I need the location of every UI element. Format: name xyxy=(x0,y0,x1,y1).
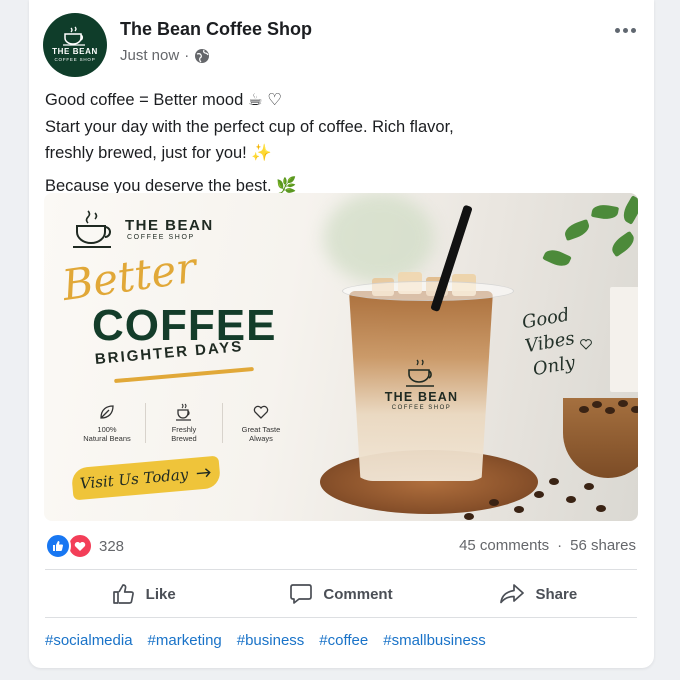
feature-natural-beans: 100% Natural Beans xyxy=(69,403,146,443)
coffee-bean xyxy=(631,406,638,413)
cup-rim xyxy=(342,281,514,301)
divider xyxy=(45,569,637,570)
avatar-brand-sub: COFFEE SHOP xyxy=(54,57,96,62)
coffee-bean xyxy=(618,400,628,407)
plant-leaf xyxy=(562,218,592,242)
coffee-bean xyxy=(584,483,594,490)
post-text: Good coffee = Better mood ☕ ♡ Start your… xyxy=(45,87,605,199)
plant-leaf xyxy=(542,246,572,270)
coffee-bean xyxy=(592,401,602,408)
coffee-cup-icon xyxy=(73,210,111,248)
feature-label: Great Taste Always xyxy=(241,425,281,443)
post-text-line: freshly brewed, just for you! ✨ xyxy=(45,144,272,162)
coffee-bean-bowl xyxy=(563,398,638,478)
stats-separator: · xyxy=(557,537,563,554)
comment-button[interactable]: Comment xyxy=(242,571,439,617)
hashtag-link[interactable]: #marketing xyxy=(148,632,222,649)
comment-icon xyxy=(290,584,313,604)
more-options-button[interactable] xyxy=(612,20,638,40)
comment-label: Comment xyxy=(323,585,393,603)
feature-freshly-brewed: Freshly Brewed xyxy=(146,403,223,443)
plant-leaf xyxy=(590,202,620,222)
feature-label: 100% Natural Beans xyxy=(83,425,131,443)
coffee-bean xyxy=(579,406,589,413)
coffee-bean xyxy=(605,407,615,414)
hashtag-link[interactable]: #smallbusiness xyxy=(383,632,486,649)
ad-headline-script: Better xyxy=(59,242,200,310)
coffee-cup-icon xyxy=(176,403,191,421)
plant-leaf xyxy=(619,195,638,225)
ad-brand-sub: COFFEE SHOP xyxy=(127,234,195,241)
page-name[interactable]: The Bean Coffee Shop xyxy=(120,19,312,40)
coffee-bean xyxy=(566,496,576,503)
divider xyxy=(45,617,637,618)
coffee-bean xyxy=(514,506,524,513)
globe-icon xyxy=(195,48,210,63)
more-dot-icon xyxy=(630,27,636,33)
post-actions: Like Comment Share xyxy=(45,571,637,617)
visit-us-cta[interactable]: Visit Us Today xyxy=(70,455,222,501)
post-timestamp[interactable]: Just now xyxy=(120,47,179,64)
cta-label: Visit Us Today xyxy=(79,465,189,493)
post-text-line: Start your day with the perfect cup of c… xyxy=(45,117,454,136)
coffee-cup-icon xyxy=(63,26,85,46)
page-avatar[interactable]: THE BEAN COFFEE SHOP xyxy=(43,13,107,77)
leaf-icon xyxy=(100,405,114,419)
feature-label: Freshly Brewed xyxy=(171,425,197,443)
like-label: Like xyxy=(145,585,176,603)
coffee-bean xyxy=(489,499,499,506)
feature-great-taste: Great Taste Always xyxy=(223,403,299,443)
heart-icon xyxy=(253,405,269,419)
more-dot-icon xyxy=(622,27,628,33)
good-vibes-script: Good Vibes Only xyxy=(519,303,581,383)
share-label: Share xyxy=(535,585,578,603)
heart-icon xyxy=(580,339,592,350)
like-reaction-icon xyxy=(45,533,71,559)
ad-brand-name: THE BEAN xyxy=(125,217,214,234)
like-button[interactable]: Like xyxy=(45,571,242,617)
coffee-cup-icon xyxy=(405,359,434,387)
headline-underline xyxy=(114,366,254,384)
share-button[interactable]: Share xyxy=(440,571,637,617)
post-image[interactable]: THE BEAN COFFEE SHOP Better COFFEE BRIGH… xyxy=(44,193,638,521)
cup-logo: THE BEAN COFFEE SHOP xyxy=(374,358,469,411)
arrow-right-icon xyxy=(197,468,212,478)
coffee-bean xyxy=(549,478,559,485)
more-dot-icon xyxy=(614,27,620,33)
post-text-line: Good coffee = Better mood ☕ ♡ xyxy=(45,91,283,109)
coffee-bean xyxy=(596,505,606,512)
shares-count[interactable]: 56 shares xyxy=(570,537,636,554)
share-arrow-icon xyxy=(500,584,525,604)
plant-leaf xyxy=(608,230,638,258)
cup-brand-name: THE BEAN xyxy=(384,390,459,404)
hashtag-link[interactable]: #socialmedia xyxy=(45,632,133,649)
hashtags: #socialmedia #marketing #business #coffe… xyxy=(45,632,486,649)
coffee-bean xyxy=(534,491,544,498)
hashtag-link[interactable]: #coffee xyxy=(319,632,368,649)
coffee-bean xyxy=(464,513,474,520)
post-card: THE BEAN COFFEE SHOP The Bean Coffee Sho… xyxy=(29,0,654,668)
meta-dot: · xyxy=(184,47,190,64)
reactions-summary[interactable]: 328 xyxy=(45,533,124,559)
hashtag-link[interactable]: #business xyxy=(237,632,305,649)
post-meta: Just now · xyxy=(120,47,210,64)
cup-brand-sub: COFFEE SHOP xyxy=(391,405,452,411)
comments-count[interactable]: 45 comments xyxy=(459,537,549,554)
avatar-brand-name: THE BEAN xyxy=(52,47,98,56)
reaction-count: 328 xyxy=(99,537,125,555)
plant-pot xyxy=(610,287,638,392)
thumbs-up-icon xyxy=(112,584,134,604)
engagement-stats: 45 comments · 56 shares xyxy=(459,537,636,554)
ad-features: 100% Natural Beans Freshly Brewed Great … xyxy=(69,403,299,443)
